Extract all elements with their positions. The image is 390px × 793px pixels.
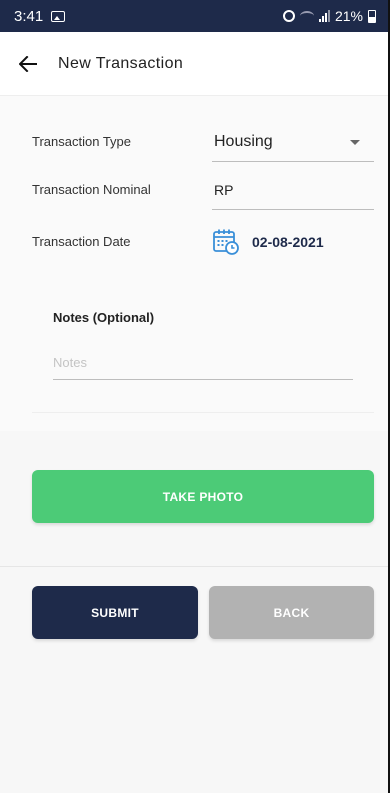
status-bar: 3:41 21% [0, 0, 390, 32]
alarm-icon [282, 10, 295, 22]
back-arrow-button[interactable] [0, 32, 56, 96]
status-time: 3:41 [14, 7, 44, 25]
status-left: 3:41 [14, 7, 66, 25]
transaction-date-value: 02-08-2021 [252, 234, 324, 250]
page-title: New Transaction [58, 54, 184, 72]
back-button[interactable]: BACK [209, 586, 374, 639]
transaction-date-picker[interactable]: 02-08-2021 [212, 224, 324, 260]
transaction-type-select[interactable]: Housing [212, 122, 374, 162]
dropdown-caret-icon [350, 140, 360, 145]
image-icon [51, 10, 66, 22]
notes-label: Notes (Optional) [53, 310, 155, 325]
transaction-type-row: Transaction Type Housing [0, 122, 390, 162]
transaction-form: Transaction Type Housing Transaction Nom… [0, 96, 390, 431]
submit-button[interactable]: SUBMIT [32, 586, 198, 639]
screen: 3:41 21% New Transaction Transaction Typ… [0, 0, 390, 793]
form-divider [32, 412, 374, 413]
battery-icon [368, 9, 376, 23]
app-bar: New Transaction [0, 32, 390, 96]
notes-input[interactable] [53, 346, 353, 380]
wifi-icon [299, 11, 314, 21]
transaction-type-value: Housing [214, 132, 273, 150]
transaction-date-row: Transaction Date 02-08-2021 [0, 222, 390, 262]
status-right: 21% [282, 8, 376, 24]
transaction-nominal-input[interactable] [212, 170, 374, 210]
signal-icon [318, 10, 330, 22]
transaction-nominal-row: Transaction Nominal [0, 170, 390, 210]
transaction-nominal-label: Transaction Nominal [32, 182, 151, 197]
take-photo-button[interactable]: TAKE PHOTO [32, 470, 374, 523]
battery-percent: 21% [334, 8, 363, 24]
content-area: Transaction Type Housing Transaction Nom… [0, 96, 390, 793]
calendar-clock-icon [213, 229, 239, 255]
back-arrow-icon [19, 55, 37, 72]
transaction-date-label: Transaction Date [32, 234, 131, 249]
section-divider [0, 566, 390, 567]
transaction-type-label: Transaction Type [32, 134, 131, 149]
